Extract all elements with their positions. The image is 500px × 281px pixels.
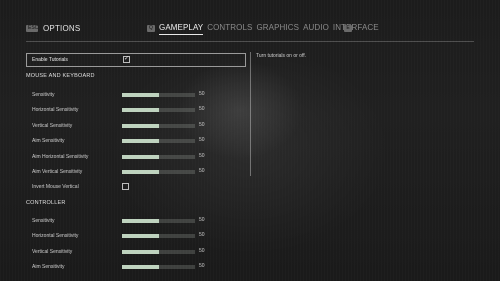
tab-gameplay[interactable]: GAMEPLAY [159,23,204,35]
slider-value: 50 [199,248,205,254]
page-title: OPTIONS [43,24,81,33]
controller-horizontal-sensitivity-slider[interactable] [122,234,195,238]
slider-fill [122,108,159,112]
next-tab-key-hint[interactable]: E [344,25,352,32]
esc-key-hint[interactable]: ESC [26,25,38,32]
setting-enable-tutorials[interactable]: Enable Tutorials ✓ [26,53,246,67]
setting-mk-horizontal-sensitivity[interactable]: Horizontal Sensitivity 50 [26,103,246,117]
top-bar: ESC OPTIONS Q GAMEPLAY CONTROLS GRAPHICS… [0,0,500,48]
slider-fill [122,219,159,223]
controller-vertical-sensitivity-slider[interactable] [122,250,195,254]
slider-fill [122,265,159,269]
slider-value: 50 [199,122,205,128]
setting-label: Vertical Sensitivity [32,249,73,255]
setting-label: Aim Sensitivity [32,138,65,144]
setting-label: Aim Horizontal Sensitivity [32,154,89,160]
slider-fill [122,124,159,128]
slider-value: 50 [199,153,205,159]
setting-mk-aim-vertical-sensitivity[interactable]: Aim Vertical Sensitivity 50 [26,165,246,179]
setting-invert-mouse-vertical[interactable]: Invert Mouse Vertical [26,180,246,194]
slider-value: 50 [199,168,205,174]
setting-label: Horizontal Sensitivity [32,233,79,239]
setting-mk-sensitivity[interactable]: Sensitivity 50 [26,88,246,102]
slider-value: 50 [199,232,205,238]
aim-vertical-sensitivity-slider[interactable] [122,170,195,174]
slider-fill [122,93,159,97]
slider-fill [122,139,159,143]
vertical-sensitivity-slider[interactable] [122,124,195,128]
aim-horizontal-sensitivity-slider[interactable] [122,155,195,159]
setting-label: Invert Mouse Vertical [32,184,79,190]
section-heading-mouse-keyboard: MOUSE AND KEYBOARD [26,73,95,79]
slider-fill [122,155,159,159]
header-divider [26,41,474,42]
controller-aim-sensitivity-slider[interactable] [122,265,195,269]
setting-label: Horizontal Sensitivity [32,107,79,113]
setting-label: Sensitivity [32,92,55,98]
invert-mouse-vertical-checkbox[interactable] [122,183,129,190]
slider-fill [122,250,159,254]
prev-tab-key-hint[interactable]: Q [147,25,155,32]
setting-mk-aim-sensitivity[interactable]: Aim Sensitivity 50 [26,134,246,148]
setting-controller-aim-sensitivity[interactable]: Aim Sensitivity 50 [26,260,246,274]
tab-graphics[interactable]: GRAPHICS [256,23,299,35]
setting-controller-horizontal-sensitivity[interactable]: Horizontal Sensitivity 50 [26,229,246,243]
slider-fill [122,170,159,174]
slider-value: 50 [199,263,205,269]
slider-value: 50 [199,91,205,97]
setting-label: Aim Vertical Sensitivity [32,169,83,175]
setting-label: Enable Tutorials [32,57,68,63]
slider-value: 50 [199,217,205,223]
tab-audio[interactable]: AUDIO [303,23,329,35]
section-heading-controller: CONTROLLER [26,200,66,206]
setting-mk-vertical-sensitivity[interactable]: Vertical Sensitivity 50 [26,119,246,133]
tab-interface[interactable]: INTERFACE [333,23,379,35]
slider-fill [122,234,159,238]
setting-label: Aim Sensitivity [32,264,65,270]
help-text: Turn tutorials on or off. [256,53,307,59]
help-pane-divider [250,52,251,176]
aim-sensitivity-slider[interactable] [122,139,195,143]
slider-value: 50 [199,137,205,143]
slider-value: 50 [199,106,205,112]
horizontal-sensitivity-slider[interactable] [122,108,195,112]
enable-tutorials-checkbox[interactable]: ✓ [123,56,130,63]
tab-controls[interactable]: CONTROLS [207,23,252,35]
sensitivity-slider[interactable] [122,93,195,97]
setting-label: Sensitivity [32,218,55,224]
setting-label: Vertical Sensitivity [32,123,73,129]
setting-controller-vertical-sensitivity[interactable]: Vertical Sensitivity 50 [26,245,246,259]
setting-mk-aim-horizontal-sensitivity[interactable]: Aim Horizontal Sensitivity 50 [26,150,246,164]
controller-sensitivity-slider[interactable] [122,219,195,223]
setting-controller-sensitivity[interactable]: Sensitivity 50 [26,214,246,228]
